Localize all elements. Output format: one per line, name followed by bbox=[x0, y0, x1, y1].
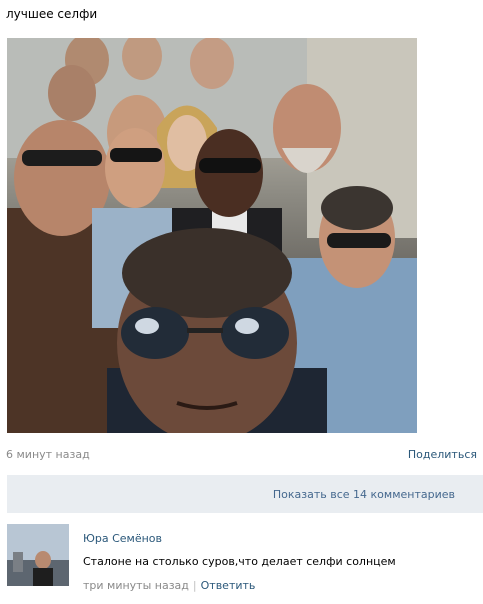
comment-item: Юра Семёнов Сталоне на столько суров,что… bbox=[7, 520, 483, 600]
post-meta: 6 минут назад Поделиться bbox=[6, 448, 483, 464]
comment-author-link[interactable]: Юра Семёнов bbox=[83, 532, 162, 545]
comment-meta-separator: | bbox=[192, 579, 197, 592]
comment-meta: три минуты назад | Ответить bbox=[83, 579, 255, 592]
share-link[interactable]: Поделиться bbox=[408, 448, 477, 461]
comment-text: Сталоне на столько суров,что делает селф… bbox=[83, 555, 396, 568]
reply-link[interactable]: Ответить bbox=[201, 579, 256, 592]
show-all-comments-button[interactable]: Показать все 14 комментариев bbox=[7, 475, 483, 513]
post-time[interactable]: 6 минут назад bbox=[6, 448, 90, 461]
avatar[interactable] bbox=[7, 524, 69, 586]
avatar-image bbox=[7, 524, 69, 586]
post-photo[interactable] bbox=[7, 38, 417, 433]
show-all-comments-label: Показать все 14 комментариев bbox=[272, 488, 455, 501]
selfie-photo-image bbox=[7, 38, 417, 433]
comment-time[interactable]: три минуты назад bbox=[83, 579, 189, 592]
post-title: лучшее селфи bbox=[6, 7, 98, 21]
